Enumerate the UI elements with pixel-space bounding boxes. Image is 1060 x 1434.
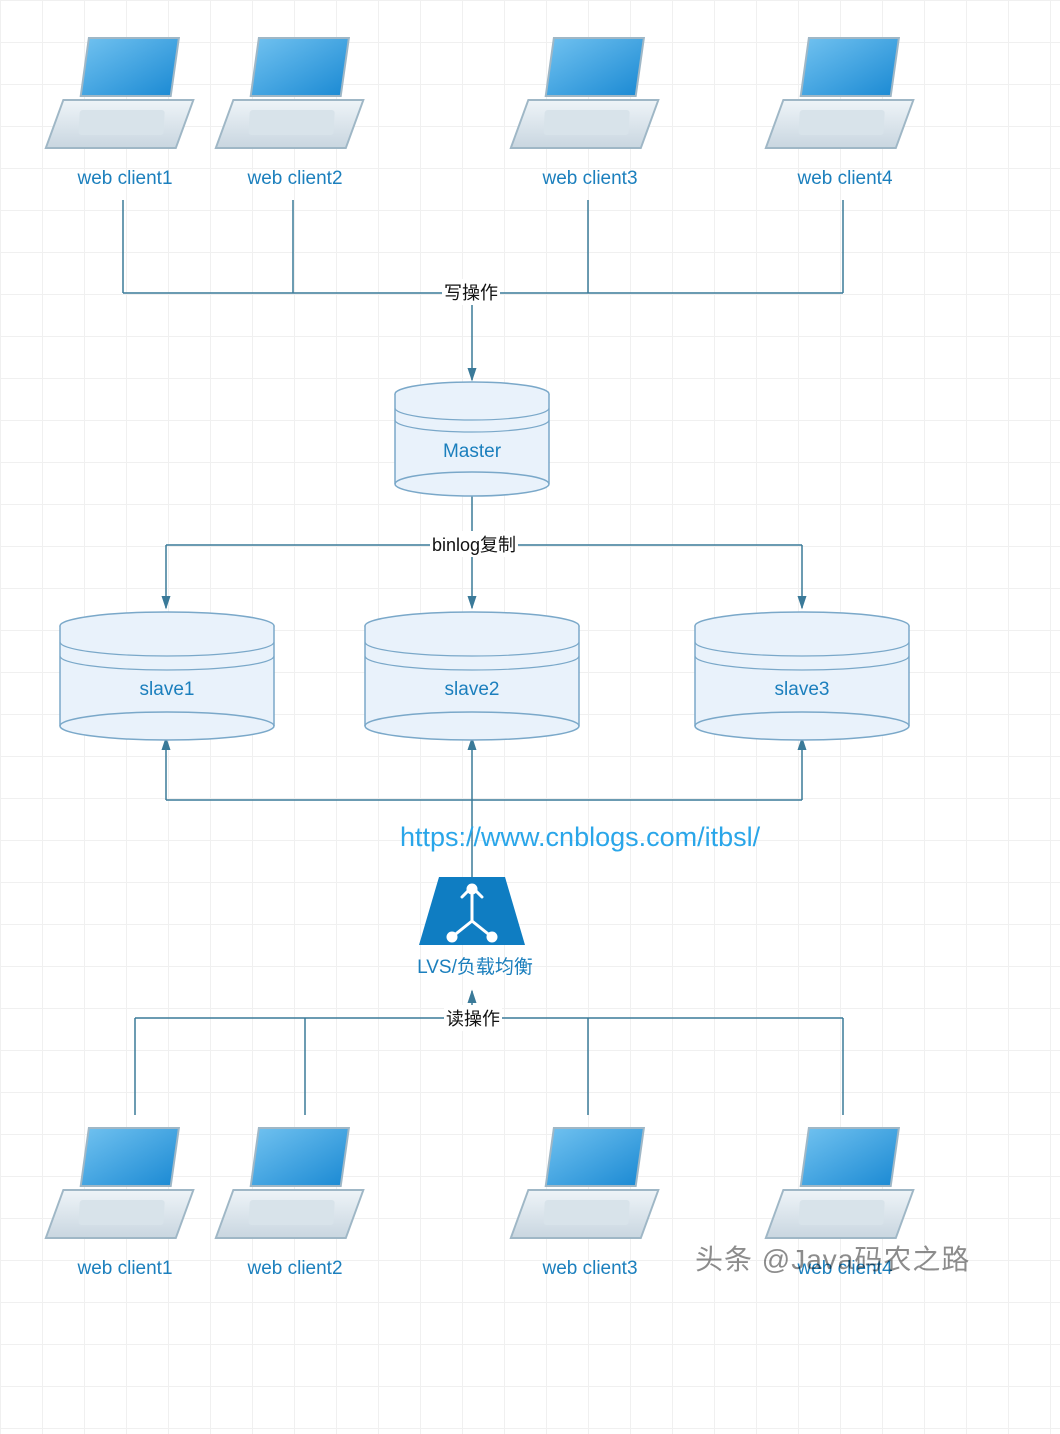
laptop-icon: [216, 38, 364, 148]
binlog-label: binlog复制: [430, 531, 518, 557]
client-label: web client3: [520, 1258, 660, 1280]
url-text: https://www.cnblogs.com/itbsl/: [400, 822, 760, 853]
laptop-icon: [766, 38, 914, 148]
attribution-text: 头条 @Java码农之路: [695, 1238, 970, 1278]
laptop-icon: [511, 1128, 659, 1238]
client-label: web client1: [55, 1258, 195, 1280]
master-label: Master: [443, 441, 502, 462]
laptop-icon: [46, 38, 194, 148]
client-label: web client3: [520, 168, 660, 190]
lvs-label: LVS/负载均衡: [400, 952, 550, 979]
connectors: Master slave1 slave2 slave3: [0, 0, 1060, 1434]
read-label: 读操作: [444, 1005, 502, 1031]
db-slave-icon: slave2: [365, 612, 579, 740]
client-label: web client2: [225, 168, 365, 190]
write-label: 写操作: [442, 279, 500, 305]
laptop-icon: [46, 1128, 194, 1238]
db-slave-icon: slave1: [60, 612, 274, 740]
client-label: web client4: [775, 168, 915, 190]
db-master-icon: Master: [395, 382, 549, 496]
laptop-icon: [216, 1128, 364, 1238]
laptop-icon: [511, 38, 659, 148]
db-slave-icon: slave3: [695, 612, 909, 740]
diagram-canvas: Master slave1 slave2 slave3: [0, 0, 1060, 1434]
slave-label: slave2: [445, 679, 500, 700]
client-label: web client1: [55, 168, 195, 190]
laptop-icon: [766, 1128, 914, 1238]
client-label: web client2: [225, 1258, 365, 1280]
lvs-icon: [419, 877, 525, 945]
slave-label: slave3: [775, 679, 830, 700]
slave-label: slave1: [140, 679, 195, 700]
